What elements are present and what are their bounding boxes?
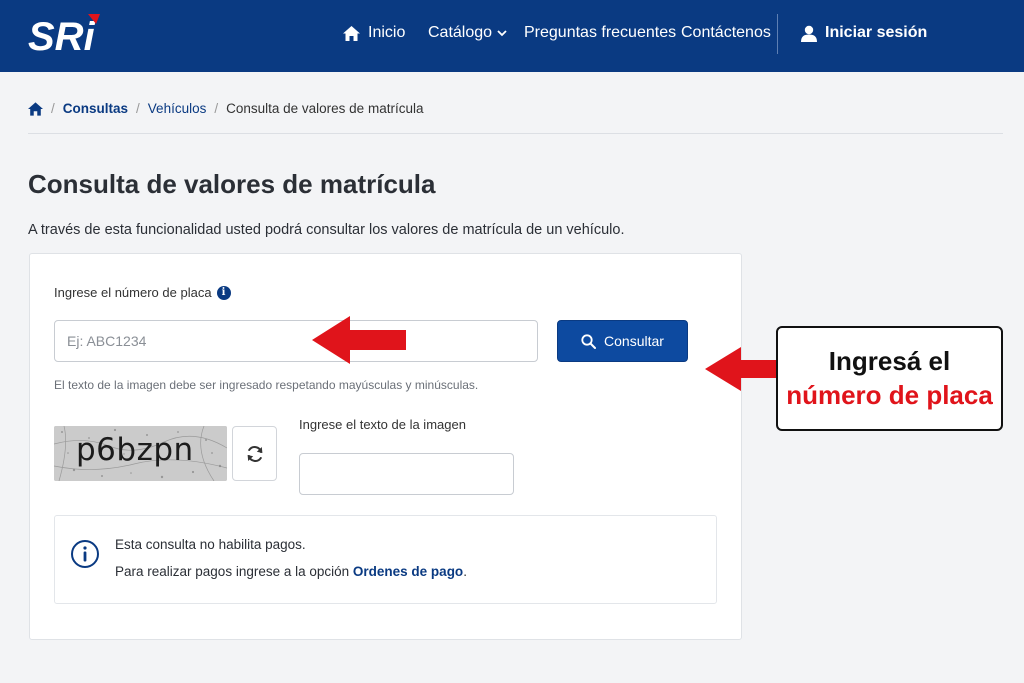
notice-line-2-end: . bbox=[463, 564, 467, 579]
callout-line-2: número de placa bbox=[786, 380, 993, 410]
breadcrumb-separator: / bbox=[136, 101, 140, 116]
nav-login-label: Iniciar sesión bbox=[825, 24, 928, 41]
callout-line-1: Ingresá el bbox=[828, 346, 951, 376]
search-icon bbox=[581, 333, 597, 349]
page-description: A través de esta funcionalidad usted pod… bbox=[28, 222, 625, 238]
top-navbar: SRi Inicio Catálogo Preguntas frecuentes… bbox=[0, 0, 1024, 72]
breadcrumb-separator: / bbox=[51, 101, 55, 116]
nav-contact[interactable]: Contáctenos bbox=[681, 24, 771, 42]
home-icon bbox=[343, 25, 360, 41]
user-icon bbox=[801, 25, 817, 42]
chevron-down-icon bbox=[497, 29, 507, 36]
breadcrumb: / Consultas / Vehículos / Consulta de va… bbox=[28, 101, 423, 116]
captcha-text: p6bzpn bbox=[76, 432, 194, 468]
captcha-label: Ingrese el texto de la imagen bbox=[299, 417, 466, 432]
notice-line-2: Para realizar pagos ingrese a la opción … bbox=[115, 564, 467, 579]
info-icon[interactable]: i bbox=[216, 285, 231, 300]
notice-line-2-text: Para realizar pagos ingrese a la opción bbox=[115, 564, 353, 579]
breadcrumb-current: Consulta de valores de matrícula bbox=[226, 101, 424, 116]
captcha-image: p6bzpn bbox=[54, 426, 227, 481]
plate-label: Ingrese el número de placa i bbox=[54, 285, 231, 300]
page-title: Consulta de valores de matrícula bbox=[28, 169, 436, 199]
consultar-button-label: Consultar bbox=[604, 333, 664, 349]
sri-logo[interactable]: SRi bbox=[28, 12, 102, 58]
notice-line-1: Esta consulta no habilita pagos. bbox=[115, 537, 306, 552]
info-circle-icon bbox=[71, 540, 99, 568]
nav-faq[interactable]: Preguntas frecuentes bbox=[524, 24, 676, 42]
case-hint: El texto de la imagen debe ser ingresado… bbox=[54, 378, 479, 392]
plate-label-text: Ingrese el número de placa bbox=[54, 285, 212, 300]
divider bbox=[28, 133, 1003, 134]
nav-contact-label: Contáctenos bbox=[681, 24, 771, 41]
ordenes-de-pago-link[interactable]: Ordenes de pago bbox=[353, 564, 463, 579]
refresh-captcha-button[interactable] bbox=[232, 426, 277, 481]
breadcrumb-vehiculos[interactable]: Vehículos bbox=[148, 101, 207, 116]
refresh-icon bbox=[247, 445, 262, 462]
annotation-arrow-callout bbox=[705, 347, 777, 391]
nav-login[interactable]: Iniciar sesión bbox=[801, 24, 927, 42]
nav-home[interactable]: Inicio bbox=[343, 24, 405, 42]
consultar-button[interactable]: Consultar bbox=[557, 320, 688, 362]
breadcrumb-separator: / bbox=[214, 101, 219, 116]
logo-text: SRi bbox=[28, 15, 96, 58]
nav-catalog-label: Catálogo bbox=[428, 24, 493, 41]
plate-input[interactable] bbox=[54, 320, 538, 362]
nav-catalog[interactable]: Catálogo bbox=[428, 24, 507, 42]
annotation-arrow-left bbox=[312, 316, 406, 364]
home-icon[interactable] bbox=[28, 101, 43, 116]
info-notice bbox=[54, 515, 717, 604]
breadcrumb-consultas[interactable]: Consultas bbox=[63, 101, 128, 116]
captcha-input[interactable] bbox=[299, 453, 514, 495]
annotation-callout: Ingresá el número de placa bbox=[776, 326, 1003, 431]
nav-home-label: Inicio bbox=[368, 24, 406, 41]
nav-divider bbox=[777, 14, 778, 54]
nav-faq-label: Preguntas frecuentes bbox=[524, 24, 677, 41]
